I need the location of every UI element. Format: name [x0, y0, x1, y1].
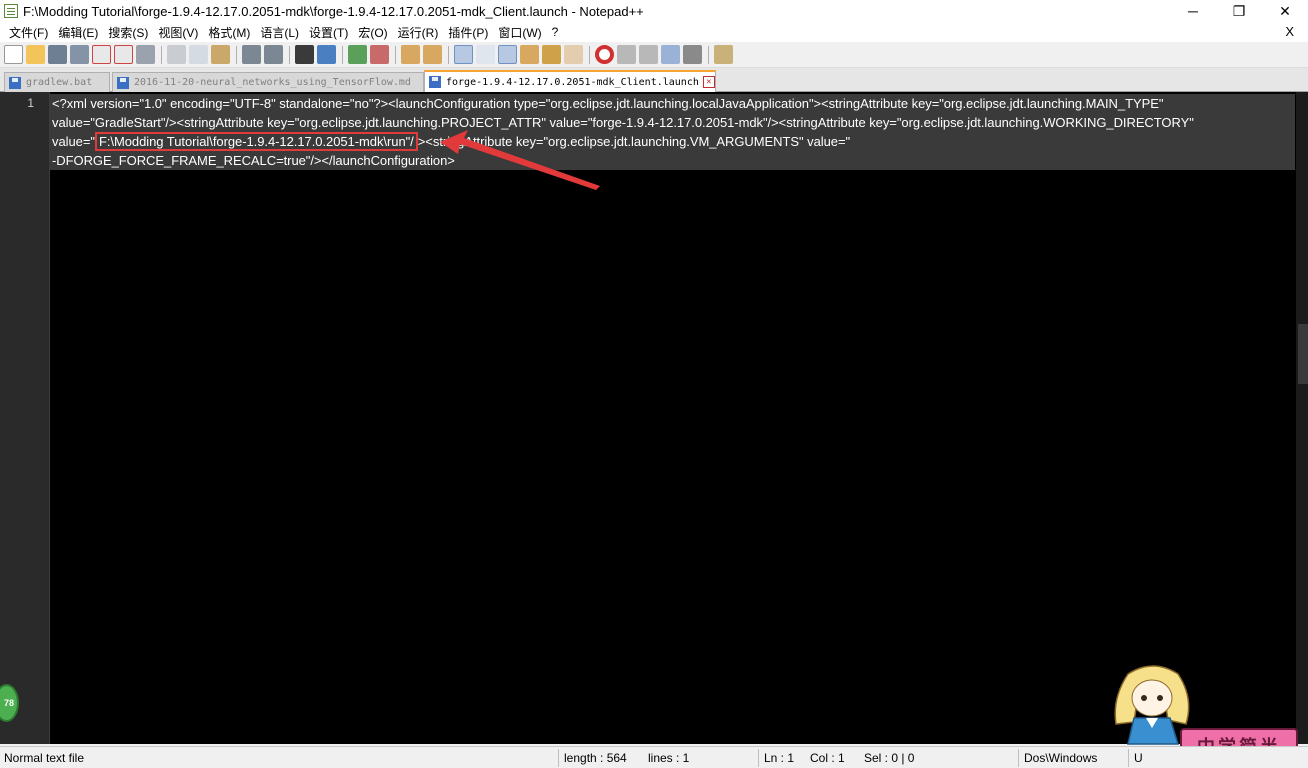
- menu-plugins[interactable]: 插件(P): [443, 24, 493, 41]
- find-icon[interactable]: [295, 45, 314, 64]
- save-icon[interactable]: [48, 45, 67, 64]
- toolbar-separator: [161, 45, 162, 64]
- close-window-button[interactable]: ✕: [1262, 0, 1308, 22]
- status-separator: [758, 749, 759, 767]
- code-text-segment: value=": [52, 134, 95, 149]
- line-number: 1: [27, 96, 34, 110]
- saved-file-icon: [117, 76, 129, 89]
- status-separator: [1128, 749, 1129, 767]
- code-text-row[interactable]: <?xml version="1.0" encoding="UTF-8" sta…: [52, 96, 1163, 111]
- menu-run[interactable]: 运行(R): [393, 24, 444, 41]
- highlighted-working-directory: F:\Modding Tutorial\forge-1.9.4-12.17.0.…: [94, 132, 418, 151]
- word-wrap-icon[interactable]: [454, 45, 473, 64]
- status-encoding[interactable]: U: [1134, 751, 1143, 765]
- tab-label: 2016-11-20-neural_networks_using_TensorF…: [134, 77, 411, 88]
- notepad-app-icon: [4, 4, 18, 18]
- menu-search[interactable]: 搜索(S): [103, 24, 153, 41]
- menu-window[interactable]: 窗口(W): [493, 24, 546, 41]
- sync-vertical-icon[interactable]: [401, 45, 420, 64]
- menu-view[interactable]: 视图(V): [153, 24, 203, 41]
- status-selection: Sel : 0 | 0: [864, 751, 915, 765]
- status-file-type: Normal text file: [4, 751, 85, 765]
- stop-record-icon[interactable]: [617, 45, 636, 64]
- status-eol-format[interactable]: Dos\Windows: [1024, 751, 1097, 765]
- open-file-icon[interactable]: [26, 45, 45, 64]
- show-all-chars-icon[interactable]: [476, 45, 495, 64]
- tab-gradlew[interactable]: gradlew.bat: [4, 72, 110, 92]
- zoom-in-icon[interactable]: [348, 45, 367, 64]
- folder-workspace-icon[interactable]: [564, 45, 583, 64]
- play-macro-icon[interactable]: [639, 45, 658, 64]
- menu-format[interactable]: 格式(M): [203, 24, 255, 41]
- close-document-button[interactable]: X: [1285, 24, 1294, 39]
- saved-file-icon: [9, 76, 21, 89]
- save-all-icon[interactable]: [70, 45, 89, 64]
- redo-icon[interactable]: [264, 45, 283, 64]
- toolbar-separator: [395, 45, 396, 64]
- replace-icon[interactable]: [317, 45, 336, 64]
- toolbar-separator: [708, 45, 709, 64]
- menu-edit[interactable]: 编辑(E): [53, 24, 103, 41]
- maximize-button[interactable]: ❐: [1216, 0, 1262, 22]
- cut-icon[interactable]: [167, 45, 186, 64]
- menu-file[interactable]: 文件(F): [4, 24, 53, 41]
- zoom-out-icon[interactable]: [370, 45, 389, 64]
- run-macro-multiple-icon[interactable]: [661, 45, 680, 64]
- doc-map-icon[interactable]: [520, 45, 539, 64]
- toolbar-separator: [589, 45, 590, 64]
- tab-close-icon[interactable]: ✕: [702, 76, 715, 88]
- status-separator: [1018, 749, 1019, 767]
- toolbar: [0, 42, 1308, 68]
- undo-icon[interactable]: [242, 45, 261, 64]
- line-number-gutter: 1: [0, 92, 50, 744]
- menu-language[interactable]: 语言(L): [255, 24, 304, 41]
- minimize-button[interactable]: ─: [1170, 0, 1216, 22]
- scrollbar-thumb[interactable]: [1298, 324, 1308, 384]
- sync-horizontal-icon[interactable]: [423, 45, 442, 64]
- toolbar-separator: [448, 45, 449, 64]
- indent-guide-icon[interactable]: [498, 45, 517, 64]
- paste-icon[interactable]: [211, 45, 230, 64]
- status-line-number: Ln : 1: [764, 751, 795, 765]
- status-bar: Normal text file length : 564 lines : 1 …: [0, 746, 1308, 768]
- menu-help[interactable]: ?: [547, 25, 564, 39]
- toolbar-separator: [289, 45, 290, 64]
- status-column: Col : 1: [810, 751, 845, 765]
- function-list-icon[interactable]: [542, 45, 561, 64]
- menu-settings[interactable]: 设置(T): [304, 24, 353, 41]
- status-length: length : 564: [564, 751, 627, 765]
- tab-client-launch[interactable]: forge-1.9.4-12.17.0.2051-mdk_Client.laun…: [424, 70, 716, 92]
- toolbar-separator: [342, 45, 343, 64]
- print-icon[interactable]: [136, 45, 155, 64]
- launch-browser-icon[interactable]: [714, 45, 733, 64]
- tab-label: gradlew.bat: [26, 77, 93, 88]
- editor-area[interactable]: 1 <?xml version="1.0" encoding="UTF-8" s…: [0, 92, 1308, 744]
- toolbar-separator: [236, 45, 237, 64]
- tab-bar: gradlew.bat 2016-11-20-neural_networks_u…: [0, 68, 1308, 92]
- vertical-scrollbar[interactable]: [1296, 92, 1308, 744]
- new-file-icon[interactable]: [4, 45, 23, 64]
- tab-label: forge-1.9.4-12.17.0.2051-mdk_Client.laun…: [446, 76, 699, 88]
- title-bar: F:\Modding Tutorial\forge-1.9.4-12.17.0.…: [0, 0, 1308, 22]
- saved-file-icon: [429, 76, 441, 88]
- menu-macro[interactable]: 宏(O): [353, 24, 392, 41]
- tab-neural-networks-md[interactable]: 2016-11-20-neural_networks_using_TensorF…: [112, 72, 424, 92]
- menu-bar: 文件(F) 编辑(E) 搜索(S) 视图(V) 格式(M) 语言(L) 设置(T…: [0, 22, 1308, 42]
- status-lines: lines : 1: [648, 751, 690, 765]
- copy-icon[interactable]: [189, 45, 208, 64]
- record-macro-icon[interactable]: [595, 45, 614, 64]
- annotation-arrow-icon: [440, 130, 600, 190]
- window-title: F:\Modding Tutorial\forge-1.9.4-12.17.0.…: [23, 3, 644, 19]
- code-text-row[interactable]: value="GradleStart"/><stringAttribute ke…: [52, 115, 1194, 130]
- close-all-icon[interactable]: [114, 45, 133, 64]
- close-icon[interactable]: [92, 45, 111, 64]
- code-text-row[interactable]: -DFORGE_FORCE_FRAME_RECALC=true"/></laun…: [52, 153, 455, 168]
- save-macro-icon[interactable]: [683, 45, 702, 64]
- status-separator: [558, 749, 559, 767]
- window-controls: ─ ❐ ✕: [1170, 0, 1308, 22]
